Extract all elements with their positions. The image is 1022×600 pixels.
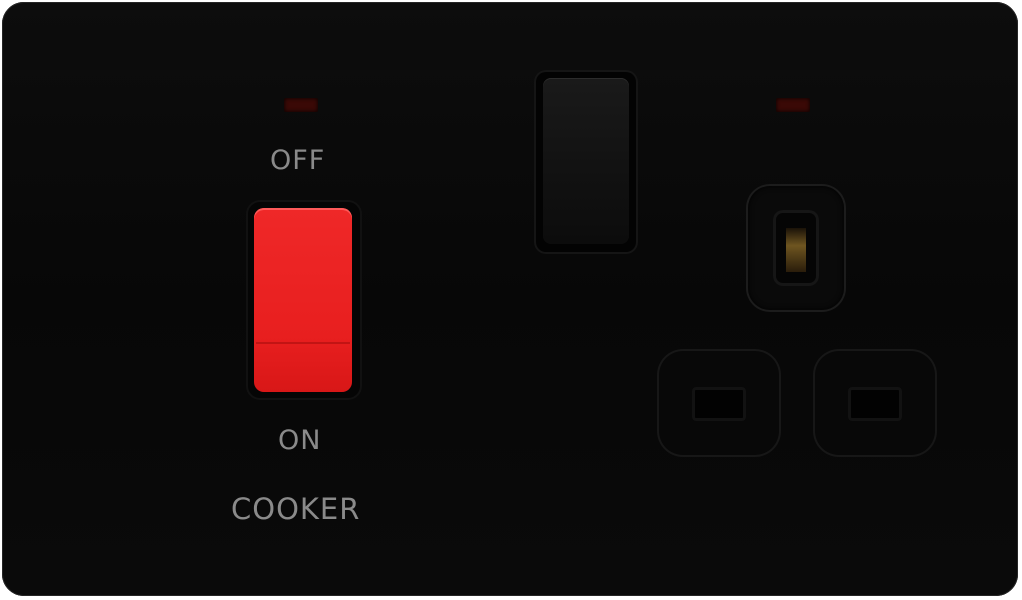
socket-indicator-light xyxy=(776,98,810,112)
live-pin-icon xyxy=(659,351,779,455)
off-label: OFF xyxy=(270,145,326,176)
earth-pin-slot xyxy=(773,210,819,286)
cooker-switch-rocker[interactable] xyxy=(254,208,352,392)
cooker-indicator-light xyxy=(284,98,318,112)
neutral-pin-slot xyxy=(848,387,902,421)
live-pin-slot xyxy=(692,387,746,421)
earth-pin-icon xyxy=(748,186,844,310)
cooker-control-plate: OFF ON COOKER xyxy=(2,2,1018,596)
neutral-pin-icon xyxy=(815,351,935,455)
on-label: ON xyxy=(278,425,322,456)
cooker-label: COOKER xyxy=(231,492,361,526)
socket-switch-rocker[interactable] xyxy=(543,78,629,244)
